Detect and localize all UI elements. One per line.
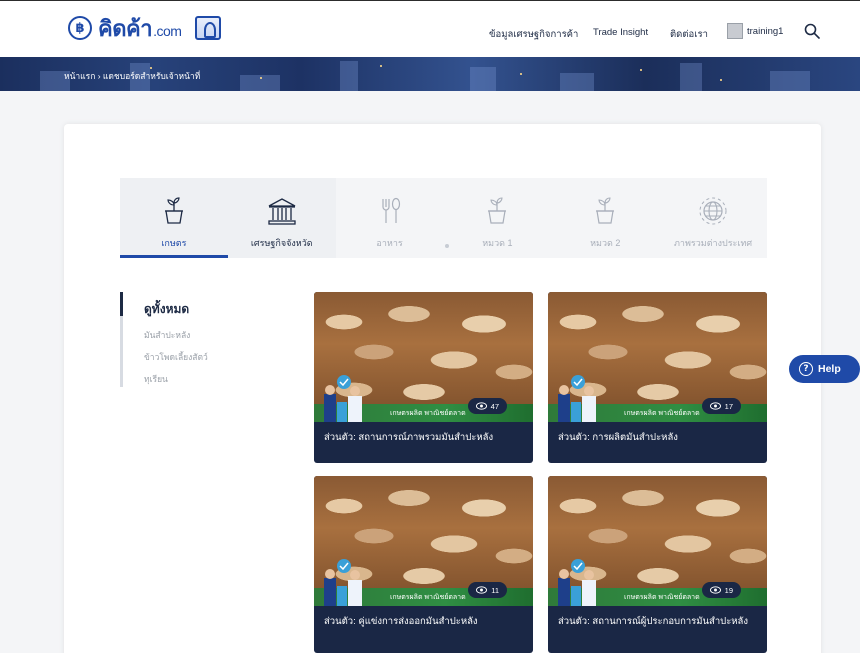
people-illustration-icon [324,559,362,606]
government-building-icon [268,198,296,225]
card-title: ส่วนตัว: การผลิตมันสำปะหลัง [558,432,678,443]
tab-label: หมวด 1 [482,238,513,248]
tab-label: หมวด 2 [590,238,621,248]
card-title: ส่วนตัว: สถานการณ์ภาพรวมมันสำปะหลัง [324,432,494,443]
view-count: 17 [724,401,733,411]
nav-trade-insight[interactable]: Trade Insight [593,27,648,38]
eye-icon [476,586,488,594]
plant-pot-icon [596,197,615,224]
eye-icon [709,402,721,410]
search-icon[interactable] [804,23,820,39]
tab-divider-dot [445,244,449,248]
people-illustration-icon [558,375,596,422]
sidebar-item-view-all[interactable]: ดูทั้งหมด [144,300,189,319]
tab-label: เกษตร [161,238,187,248]
user-name: training1 [747,25,784,37]
category-tabs: เกษตร เศรษฐกิจจังหวัด อาหาร หมวด 1 หมวด … [120,178,767,258]
views-badge: 47 [467,398,507,414]
dashboard-card[interactable]: เกษตรผลิต พาณิชย์ตลาด 19 ส่วนตัว: สถานกา… [548,476,767,653]
logo-icon: ฿ [68,16,92,40]
tab-international-overview[interactable]: ภาพรวมต่างประเทศ [659,178,767,258]
sidebar-active-indicator [120,292,123,316]
ministry-emblem-icon [195,16,222,40]
card-title: ส่วนตัว: สถานการณ์ผู้ประกอบการมันสำปะหลั… [558,616,749,627]
view-count: 11 [491,585,499,595]
tab-label: อาหาร [376,238,403,248]
views-badge: 19 [701,582,741,598]
dashboard-card[interactable]: เกษตรผลิต พาณิชย์ตลาด 17 ส่วนตัว: การผลิ… [548,292,767,463]
nav-economic-data[interactable]: ข้อมูลเศรษฐกิจการค้า [489,27,578,42]
eye-icon [475,402,487,410]
tab-agriculture[interactable]: เกษตร [120,178,228,258]
view-count: 19 [724,585,733,595]
thumbnail-caption: เกษตรผลิต พาณิชย์ตลาด [390,594,466,601]
tab-category-2[interactable]: หมวด 2 [551,178,659,258]
help-label: Help [818,363,841,375]
plant-pot-icon [164,197,183,224]
top-header: ฿ คิดค้า.com ข้อมูลเศรษฐกิจการค้า Trade … [0,0,860,57]
card-title: ส่วนตัว: คู่แข่งการส่งออกมันสำปะหลัง [324,616,478,627]
tab-label: ภาพรวมต่างประเทศ [673,238,753,248]
eye-icon [709,586,721,594]
avatar [727,23,743,39]
site-logo[interactable]: ฿ คิดค้า.com [68,13,222,43]
fork-spoon-icon [381,197,400,223]
nav-contact[interactable]: ติดต่อเรา [670,27,708,42]
people-illustration-icon [558,559,596,606]
sidebar-item-durian[interactable]: ทุเรียน [144,372,168,386]
help-button[interactable]: ? Help [789,355,860,383]
logo-text: คิดค้า.com [98,15,182,41]
thumbnail-caption: เกษตรผลิต พาณิชย์ตลาด [390,410,466,417]
user-menu[interactable]: training1 [727,23,783,39]
tab-provincial-economy[interactable]: เศรษฐกิจจังหวัด [227,178,336,258]
plant-pot-icon [488,197,507,224]
people-illustration-icon [324,375,362,422]
view-count: 47 [490,401,499,411]
sidebar-item-cassava[interactable]: มันสำปะหลัง [144,328,190,342]
views-badge: 17 [701,398,741,414]
hero-banner: หน้าแรก › แดชบอร์ดสำหรับเจ้าหน้าที่ [0,57,860,91]
thumbnail-caption: เกษตรผลิต พาณิชย์ตลาด [624,594,700,601]
tab-food[interactable]: อาหาร [336,178,444,258]
breadcrumb[interactable]: หน้าแรก › แดชบอร์ดสำหรับเจ้าหน้าที่ [64,69,200,83]
tab-label: เศรษฐกิจจังหวัด [250,238,313,248]
question-icon: ? [799,362,813,376]
dashboard-card[interactable]: เกษตรผลิต พาณิชย์ตลาด 11 ส่วนตัว: คู่แข่… [314,476,533,653]
thumbnail-caption: เกษตรผลิต พาณิชย์ตลาด [624,410,700,417]
dashboard-card[interactable]: เกษตรผลิต พาณิชย์ตลาด 47 ส่วนตัว: สถานกา… [314,292,533,463]
views-badge: 11 [468,582,507,598]
sidebar-item-corn[interactable]: ข้าวโพดเลี้ยงสัตว์ [144,350,208,364]
globe-icon [699,197,727,225]
tab-category-1[interactable]: หมวด 1 [443,178,551,258]
